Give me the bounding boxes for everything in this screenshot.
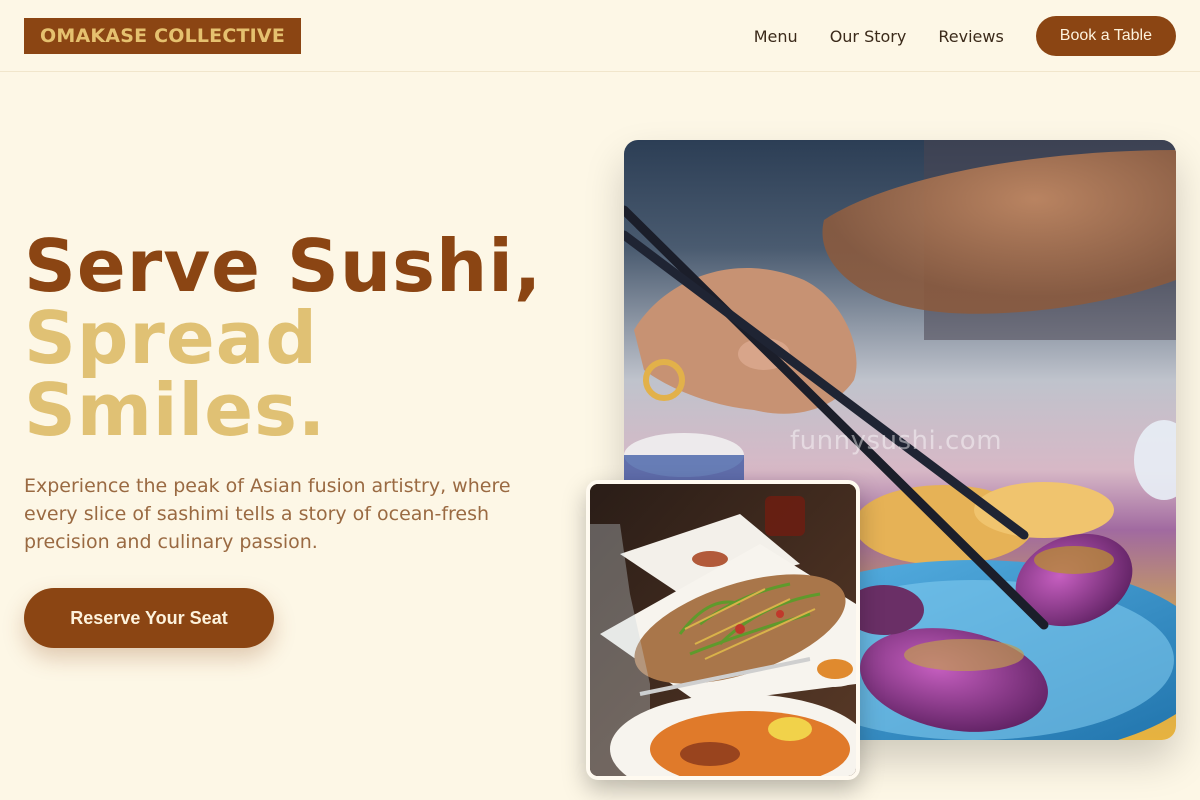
hero-headline-line2: Spread <box>24 296 318 380</box>
site-header: OMAKASE COLLECTIVE Menu Our Story Review… <box>0 0 1200 72</box>
nav-link-reviews[interactable]: Reviews <box>938 27 1003 46</box>
main-nav: Menu Our Story Reviews Book a Table <box>754 0 1176 72</box>
hero-subtitle: Experience the peak of Asian fusion arti… <box>24 475 511 553</box>
hero-headline-line3: Smiles. <box>24 368 327 452</box>
brand-logo[interactable]: OMAKASE COLLECTIVE <box>24 18 302 54</box>
image-watermark: funnysushi.com <box>790 426 1003 456</box>
hero-inset-photo <box>586 480 860 780</box>
nav-link-our-story[interactable]: Our Story <box>830 27 907 46</box>
hero-headline-line1: Serve Sushi, <box>24 224 543 308</box>
book-table-button[interactable]: Book a Table <box>1035 16 1176 56</box>
reserve-seat-button[interactable]: Reserve Your Seat <box>24 588 274 648</box>
salad-plate-illustration <box>590 484 856 776</box>
nav-link-menu[interactable]: Menu <box>754 27 798 46</box>
hero-headline: Serve Sushi, Spread Smiles. <box>24 230 584 446</box>
